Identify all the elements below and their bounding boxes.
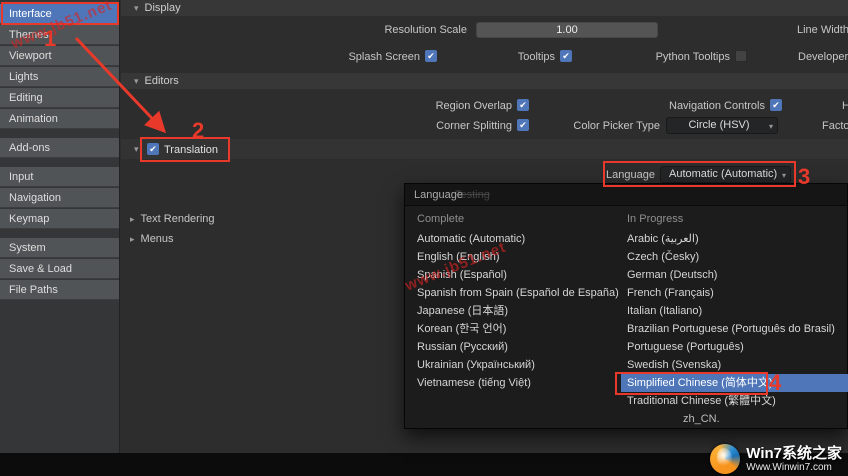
corner-splitting-checkbox[interactable]: ✔: [517, 119, 529, 131]
menu-item-russian[interactable]: Russian (Русский): [411, 338, 615, 356]
sidebar-item-themes[interactable]: Themes: [0, 25, 119, 45]
developer-extras-label: Developer Ex: [798, 51, 848, 63]
color-picker-type-dropdown[interactable]: Circle (HSV) ▾: [666, 117, 778, 134]
menu-item-korean[interactable]: Korean (한국 언어): [411, 320, 615, 338]
sidebar-item-file-paths[interactable]: File Paths: [0, 280, 119, 300]
sidebar-item-keymap[interactable]: Keymap: [0, 209, 119, 229]
menus-section-header[interactable]: ▸ Menus: [130, 233, 174, 245]
sidebar-item-addons[interactable]: Add-ons: [0, 138, 119, 158]
resolution-scale-label: Resolution Scale: [340, 24, 467, 36]
menu-item-french[interactable]: French (Français): [621, 284, 848, 302]
branding-site: Www.Winwin7.com: [746, 462, 842, 474]
tooltips-checkbox[interactable]: ✔: [560, 50, 572, 62]
menu-item-portuguese[interactable]: Portuguese (Português): [621, 338, 848, 356]
region-overlap-checkbox[interactable]: ✔: [517, 99, 529, 111]
factor-label-cut: Facto: [822, 120, 848, 132]
text-rendering-title: Text Rendering: [141, 213, 215, 225]
region-overlap-label: Region Overlap: [417, 100, 512, 112]
splash-screen-label: Splash Screen: [330, 51, 420, 63]
chevron-down-icon: ▾: [782, 168, 786, 183]
language-menu-hint: Testing: [455, 189, 490, 201]
line-width-label: Line Width: [797, 24, 848, 36]
preferences-sidebar: Interface Themes Viewport Lights Editing…: [0, 0, 120, 453]
display-section-header[interactable]: ▾ Display: [121, 0, 848, 16]
menus-title: Menus: [141, 233, 174, 245]
menu-item-english[interactable]: English (English): [411, 248, 615, 266]
menu-item-arabic[interactable]: Arabic (العربية): [621, 230, 848, 248]
menu-item-spanish-spain[interactable]: Spanish from Spain (Español de España): [411, 284, 615, 302]
sidebar-item-interface[interactable]: Interface: [0, 4, 119, 24]
menu-item-swedish[interactable]: Swedish (Svenska): [621, 356, 848, 374]
sidebar-item-animation[interactable]: Animation: [0, 109, 119, 129]
menu-item-simplified-chinese[interactable]: Simplified Chinese (简体中文): [621, 374, 848, 392]
menu-item-zh-cn[interactable]: zh_CN.: [621, 410, 848, 428]
display-section-title: Display: [145, 2, 181, 14]
menu-item-automatic[interactable]: Automatic (Automatic): [411, 230, 615, 248]
python-tooltips-label: Python Tooltips: [645, 51, 730, 63]
color-picker-type-label: Color Picker Type: [568, 120, 660, 132]
language-label: Language: [580, 169, 655, 181]
collapse-triangle-icon: ▾: [134, 73, 139, 89]
editors-section-header[interactable]: ▾ Editors: [121, 73, 848, 89]
sidebar-item-navigation[interactable]: Navigation: [0, 188, 119, 208]
menu-item-vietnamese[interactable]: Vietnamese (tiếng Việt): [411, 374, 615, 392]
sidebar-item-system[interactable]: System: [0, 238, 119, 258]
splash-screen-checkbox[interactable]: ✔: [425, 50, 437, 62]
language-value: Automatic (Automatic): [669, 168, 777, 180]
translation-checkbox[interactable]: ✔: [147, 143, 159, 155]
editors-section-title: Editors: [145, 75, 179, 87]
menu-item-spanish[interactable]: Spanish (Español): [411, 266, 615, 284]
sidebar-item-lights[interactable]: Lights: [0, 67, 119, 87]
resolution-scale-field[interactable]: 1.00: [476, 22, 658, 38]
tooltips-label: Tooltips: [495, 51, 555, 63]
win7-logo-icon: [710, 444, 740, 474]
text-rendering-section-header[interactable]: ▸ Text Rendering: [130, 213, 215, 225]
menu-item-japanese[interactable]: Japanese (日本語): [411, 302, 615, 320]
language-dropdown-menu: Language Testing Complete In Progress Au…: [404, 183, 848, 429]
chevron-down-icon: ▾: [769, 119, 773, 134]
expand-triangle-icon: ▸: [130, 234, 135, 245]
python-tooltips-checkbox[interactable]: [735, 50, 747, 62]
complete-column: Automatic (Automatic) English (English) …: [411, 230, 615, 392]
navigation-controls-checkbox[interactable]: ✔: [770, 99, 782, 111]
menu-item-traditional-chinese[interactable]: Traditional Chinese (繁體中文): [621, 392, 848, 410]
color-picker-type-value: Circle (HSV): [688, 119, 749, 131]
complete-column-header: Complete: [417, 213, 464, 225]
navigation-controls-label: Navigation Controls: [660, 100, 765, 112]
menu-item-ukrainian[interactable]: Ukrainian (Український): [411, 356, 615, 374]
in-progress-column: Arabic (العربية) Czech (Česky) German (D…: [621, 230, 848, 428]
menu-item-brazilian-portuguese[interactable]: Brazilian Portuguese (Português do Brasi…: [621, 320, 848, 338]
sidebar-item-viewport[interactable]: Viewport: [0, 46, 119, 66]
collapse-triangle-icon: ▾: [134, 139, 139, 159]
sidebar-item-editing[interactable]: Editing: [0, 88, 119, 108]
cut-right-label: H: [842, 100, 848, 112]
menu-item-italian[interactable]: Italian (Italiano): [621, 302, 848, 320]
menu-item-german[interactable]: German (Deutsch): [621, 266, 848, 284]
translation-section-header[interactable]: ▾: [121, 139, 848, 159]
language-dropdown[interactable]: Automatic (Automatic) ▾: [660, 166, 791, 183]
sidebar-item-input[interactable]: Input: [0, 167, 119, 187]
menu-item-czech[interactable]: Czech (Česky): [621, 248, 848, 266]
sidebar-item-save-load[interactable]: Save & Load: [0, 259, 119, 279]
corner-splitting-label: Corner Splitting: [417, 120, 512, 132]
collapse-triangle-icon: ▾: [134, 0, 139, 16]
expand-triangle-icon: ▸: [130, 214, 135, 225]
branding-name: Win7系统之家: [746, 445, 842, 462]
in-progress-column-header: In Progress: [627, 213, 683, 225]
translation-section-title: Translation: [164, 144, 218, 156]
winwin7-branding: Win7系统之家 Www.Winwin7.com: [710, 444, 842, 474]
